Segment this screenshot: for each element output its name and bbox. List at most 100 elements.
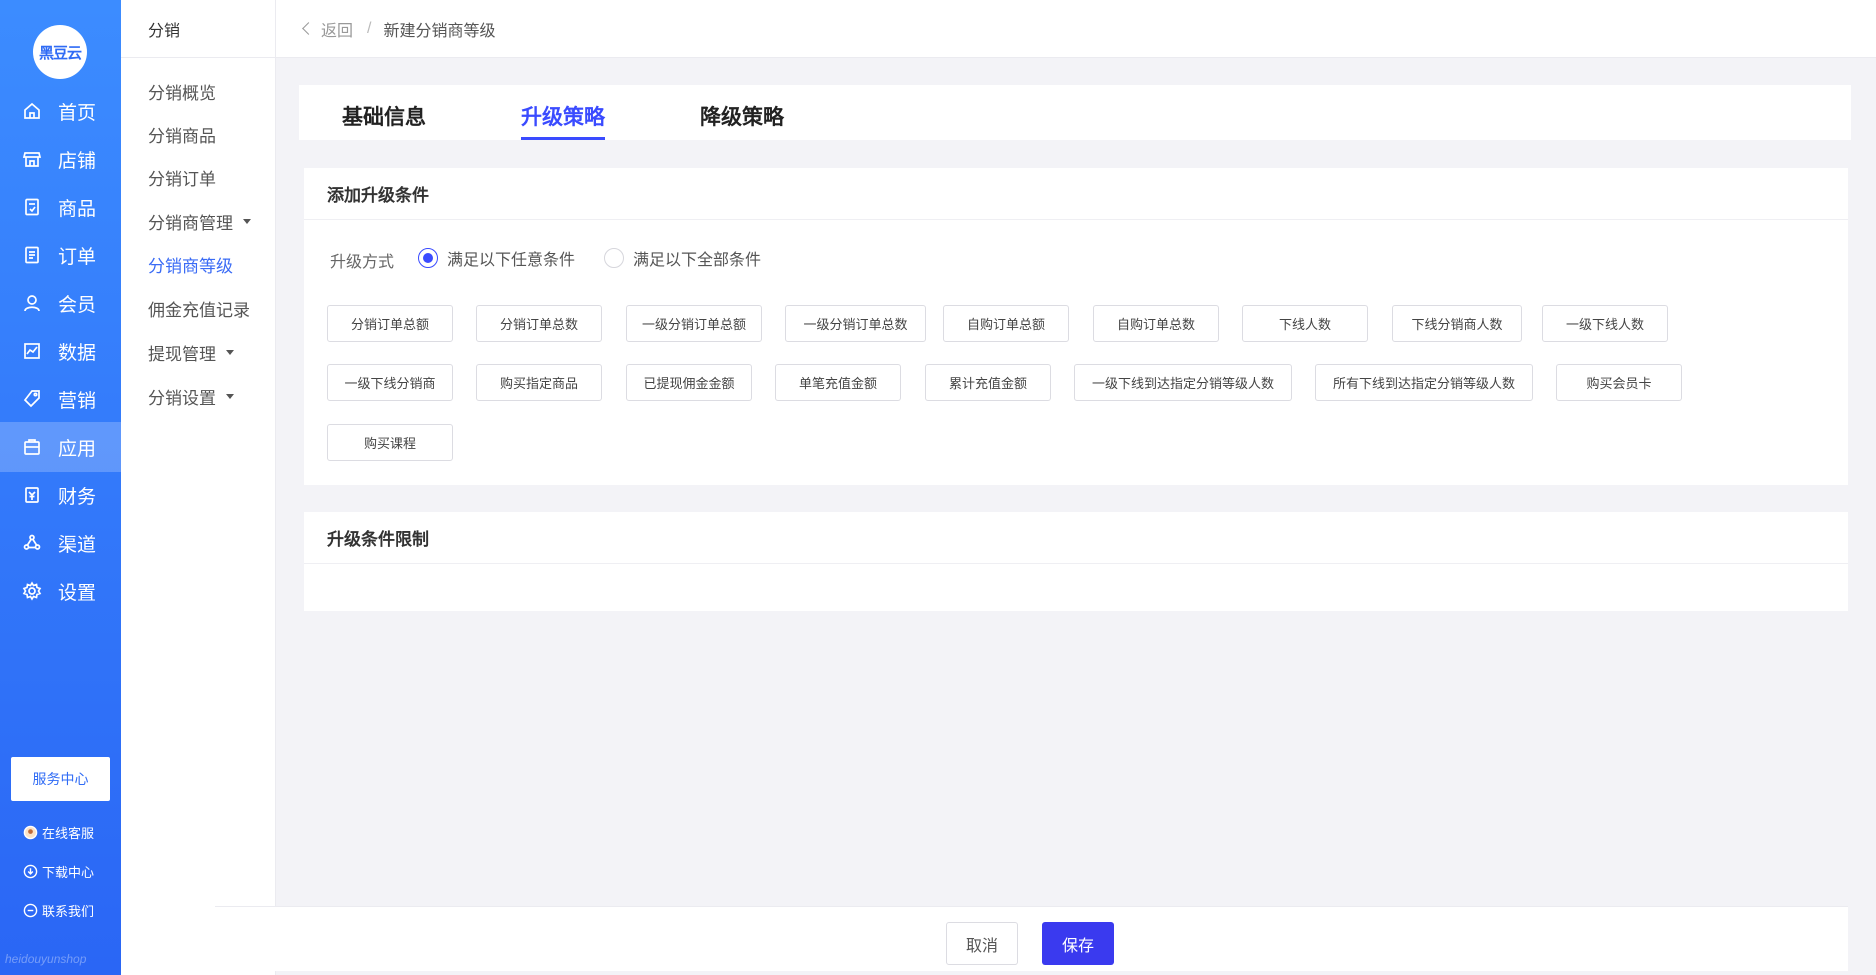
service-avatar-icon: [22, 824, 38, 840]
back-link[interactable]: 返回: [302, 17, 354, 41]
nav-item-label: 财务: [58, 486, 97, 508]
condition-chip[interactable]: 自购订单总数: [1093, 305, 1219, 342]
condition-chip[interactable]: 购买课程: [327, 424, 453, 461]
member-icon: [22, 293, 42, 313]
download-center-link[interactable]: 下载中心: [22, 860, 94, 882]
condition-chip[interactable]: 一级分销订单总数: [785, 305, 926, 342]
nav-item-channel[interactable]: 渠道: [0, 518, 121, 568]
finance-icon: [22, 485, 42, 505]
watermark-text: heidouyunshop: [5, 952, 87, 966]
nav-item-label: 应用: [58, 438, 97, 460]
subnav-item-label: 分销订单: [148, 169, 216, 189]
app-icon: [22, 437, 42, 457]
condition-chip[interactable]: 下线分销商人数: [1392, 305, 1522, 342]
back-label: 返回: [321, 22, 354, 40]
tab-downgrade-strategy[interactable]: 降级策略: [700, 101, 784, 137]
radio-dot: [418, 248, 438, 268]
nav-item-app[interactable]: 应用: [0, 422, 121, 472]
subnav-item-label: 分销设置: [148, 388, 216, 408]
condition-chip[interactable]: 购买会员卡: [1556, 364, 1682, 401]
cancel-button[interactable]: 取消: [946, 922, 1018, 965]
nav-item-label: 店铺: [58, 150, 97, 172]
data-icon: [22, 341, 42, 361]
condition-chip[interactable]: 自购订单总额: [943, 305, 1069, 342]
condition-chip[interactable]: 已提现佣金金额: [626, 364, 752, 401]
radio-any-condition[interactable]: 满足以下任意条件: [418, 246, 575, 270]
subnav-item-label: 分销商管理: [148, 213, 233, 233]
goods-icon: [22, 197, 42, 217]
subnav-item-orders[interactable]: 分销订单: [148, 164, 216, 190]
condition-chip[interactable]: 购买指定商品: [476, 364, 602, 401]
order-icon: [22, 245, 42, 265]
radio-dot: [604, 248, 624, 268]
card-title: 升级条件限制: [304, 512, 1848, 564]
service-center-button[interactable]: 服务中心: [11, 757, 110, 801]
home-icon: [22, 101, 42, 121]
condition-chip[interactable]: 单笔充值金额: [775, 364, 901, 401]
page-title: 新建分销商等级: [383, 22, 496, 40]
nav-item-store[interactable]: 店铺: [0, 134, 121, 184]
subnav-item-distributor-manage[interactable]: 分销商管理: [148, 208, 251, 234]
nav-item-label: 设置: [58, 582, 97, 604]
nav-item-home[interactable]: 首页: [0, 86, 121, 136]
subnav-item-distributor-level[interactable]: 分销商等级: [148, 251, 233, 277]
subnav-item-commission-recharge[interactable]: 佣金充值记录: [148, 295, 250, 321]
upgrade-conditions-card: 添加升级条件 升级方式 满足以下任意条件 满足以下全部条件 分销订单总额 分销订…: [304, 168, 1848, 485]
chevron-left-icon: [302, 22, 315, 35]
condition-chip[interactable]: 分销订单总数: [476, 305, 602, 342]
gear-icon: [22, 581, 42, 601]
logo-text: 黑豆云: [38, 44, 82, 62]
logo[interactable]: 黑豆云: [33, 25, 87, 79]
radio-label: 满足以下任意条件: [447, 252, 576, 269]
subnav-item-overview[interactable]: 分销概览: [148, 78, 216, 104]
subnav-title: 分销: [121, 0, 275, 58]
radio-all-conditions[interactable]: 满足以下全部条件: [604, 246, 761, 270]
subnav-item-withdraw[interactable]: 提现管理: [148, 339, 234, 365]
caret-down-icon: [243, 218, 251, 224]
channel-icon: [22, 533, 42, 553]
breadcrumb-separator: /: [367, 19, 372, 37]
condition-chip[interactable]: 累计充值金额: [925, 364, 1051, 401]
subnav-item-label: 分销概览: [148, 83, 216, 103]
card-title: 添加升级条件: [304, 168, 1848, 220]
nav-item-order[interactable]: 订单: [0, 230, 121, 280]
nav-item-goods[interactable]: 商品: [0, 182, 121, 232]
tab-basic-info[interactable]: 基础信息: [342, 101, 426, 137]
online-service-link[interactable]: 在线客服: [22, 821, 94, 843]
condition-chip[interactable]: 所有下线到达指定分销等级人数: [1315, 364, 1533, 401]
contact-us-link[interactable]: 联系我们: [22, 899, 94, 921]
condition-chip[interactable]: 一级下线人数: [1542, 305, 1668, 342]
download-icon: [22, 863, 38, 879]
nav-item-label: 数据: [58, 342, 97, 364]
nav-item-finance[interactable]: 财务: [0, 470, 121, 520]
save-button[interactable]: 保存: [1042, 922, 1114, 965]
nav-item-settings[interactable]: 设置: [0, 566, 121, 616]
subnav-item-label: 分销商品: [148, 126, 216, 146]
caret-down-icon: [226, 393, 234, 399]
radio-label: 满足以下全部条件: [633, 252, 762, 269]
condition-chip[interactable]: 一级下线分销商: [327, 364, 453, 401]
store-icon: [22, 149, 42, 169]
condition-chip[interactable]: 下线人数: [1242, 305, 1368, 342]
caret-down-icon: [226, 349, 234, 355]
nav-item-label: 订单: [58, 246, 97, 268]
nav-item-data[interactable]: 数据: [0, 326, 121, 376]
nav-item-label: 首页: [58, 102, 97, 124]
breadcrumb: 返回 / 新建分销商等级: [276, 0, 1876, 58]
subnav-item-goods[interactable]: 分销商品: [148, 121, 216, 147]
tab-upgrade-strategy[interactable]: 升级策略: [521, 101, 605, 140]
condition-chip[interactable]: 一级分销订单总额: [626, 305, 762, 342]
condition-chip[interactable]: 一级下线到达指定分销等级人数: [1074, 364, 1292, 401]
subnav-item-settings[interactable]: 分销设置: [148, 383, 234, 409]
nav-item-marketing[interactable]: 营销: [0, 374, 121, 424]
upgrade-limits-card: 升级条件限制: [304, 512, 1848, 611]
nav-item-member[interactable]: 会员: [0, 278, 121, 328]
footer-actions: 取消 保存: [215, 906, 1848, 971]
condition-chip[interactable]: 分销订单总额: [327, 305, 453, 342]
upgrade-mode-label: 升级方式: [330, 254, 395, 271]
nav-item-label: 营销: [58, 390, 97, 412]
online-service-label: 在线客服: [42, 825, 95, 841]
tab-bar: 基础信息 升级策略 降级策略: [299, 85, 1851, 140]
subnav-item-label: 分销商等级: [148, 256, 233, 276]
download-center-label: 下载中心: [42, 864, 95, 880]
